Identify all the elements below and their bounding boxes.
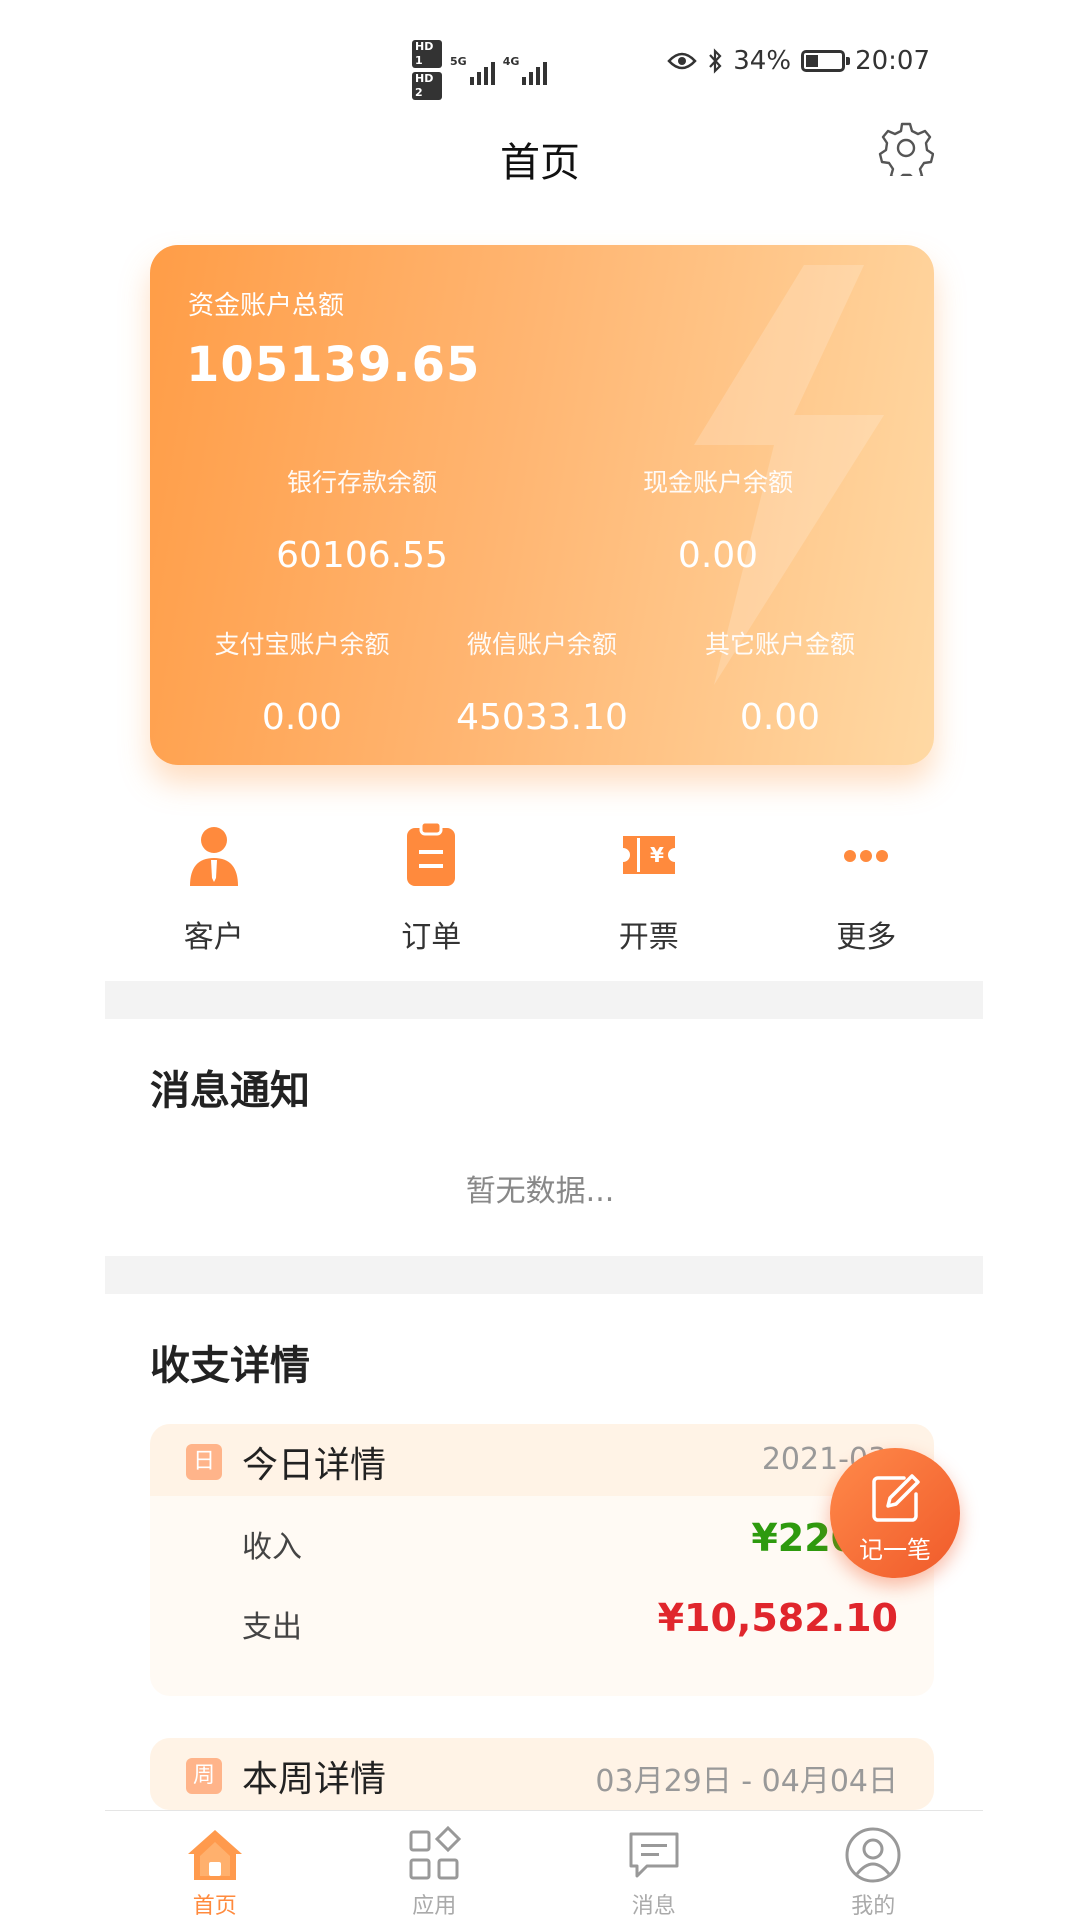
clipboard-icon [407, 820, 456, 886]
today-income-row: 收入 ¥220.0 [150, 1502, 934, 1582]
week-detail-header: 周 本周详情 03月29日 - 04月04日 [150, 1738, 934, 1810]
home-icon [187, 1830, 242, 1880]
other-label: 其它账户金额 [704, 630, 855, 659]
alipay-label: 支付宝账户余额 [214, 630, 390, 659]
action-customer[interactable]: 客户 [105, 820, 323, 970]
nav-apps-label: 应用 [412, 1894, 457, 1919]
quick-actions: 客户 订单 ¥ 开票 更多 [105, 820, 975, 970]
total-label: 资金账户总额 [188, 291, 345, 321]
expense-value: ¥10,582.10 [657, 1596, 898, 1640]
hd1-label: HD 1 [412, 40, 442, 68]
more-dots-icon [844, 850, 889, 862]
income-title-text: 收支详情 [150, 1343, 310, 1389]
hd2-label: HD 2 [412, 72, 442, 100]
network-indicators: HD 1 HD 2 5G 4G [412, 40, 548, 100]
week-badge: 周 [186, 1758, 222, 1794]
add-record-button[interactable]: 记一笔 [830, 1448, 960, 1578]
action-invoice[interactable]: ¥ 开票 [540, 820, 758, 970]
action-orders[interactable]: 订单 [323, 820, 541, 970]
wechat-label: 微信账户余额 [466, 630, 617, 659]
nav-profile-label: 我的 [851, 1894, 896, 1919]
nav-apps[interactable]: 应用 [325, 1812, 545, 1920]
nav-messages-label: 消息 [631, 1894, 676, 1919]
other-balance: 其它账户金额 0.00 [650, 625, 910, 738]
apps-grid-icon [409, 1825, 462, 1880]
nav-home-label: 首页 [192, 1894, 237, 1919]
alipay-value: 0.00 [261, 697, 343, 738]
income-label: 收入 [242, 1530, 302, 1565]
nav-messages[interactable]: 消息 [544, 1812, 764, 1920]
action-orders-label: 订单 [401, 920, 462, 955]
section-divider [105, 981, 983, 1019]
today-detail-card[interactable]: 日 今日详情 2021-03- 收入 ¥220.0 支出 ¥10,582.10 [150, 1424, 934, 1696]
other-value: 0.00 [739, 697, 821, 738]
cash-value: 0.00 [677, 535, 759, 576]
customer-icon [189, 827, 238, 886]
bank-value: 60106.55 [276, 535, 448, 576]
add-record-label: 记一笔 [859, 1536, 931, 1564]
action-customer-label: 客户 [183, 920, 244, 955]
bottom-nav: 首页 应用 消息 我的 [105, 1812, 983, 1920]
bank-balance: 银行存款余额 60106.55 [232, 463, 492, 576]
status-right: 34% 20:07 [667, 46, 930, 76]
notifications-title-text: 消息通知 [150, 1068, 310, 1114]
total-value: 105139.65 [186, 337, 481, 393]
net1-label: 5G [450, 55, 467, 68]
alipay-balance: 支付宝账户余额 0.00 [172, 625, 432, 738]
bottom-nav-divider [105, 1810, 983, 1811]
action-more-label: 更多 [836, 920, 897, 955]
profile-icon [845, 1827, 901, 1883]
today-detail-header: 日 今日详情 2021-03- [150, 1424, 934, 1496]
week-title: 本周详情 [242, 1759, 387, 1800]
week-date: 03月29日 - 04月04日 [595, 1764, 898, 1799]
notifications-empty: 暂无数据... [465, 1174, 615, 1209]
battery-icon [801, 50, 851, 72]
nav-home[interactable]: 首页 [105, 1812, 325, 1920]
action-more[interactable]: 更多 [758, 820, 976, 970]
battery-percent: 34% [733, 46, 792, 76]
wechat-balance: 微信账户余额 45033.10 [412, 625, 672, 738]
today-badge: 日 [186, 1444, 222, 1480]
nav-profile[interactable]: 我的 [764, 1812, 984, 1920]
action-invoice-label: 开票 [618, 920, 679, 955]
notifications-title: 消息通知 [150, 1058, 310, 1116]
clock: 20:07 [855, 46, 930, 76]
week-detail-card[interactable]: 周 本周详情 03月29日 - 04月04日 [150, 1738, 934, 1810]
balance-card[interactable]: 资金账户总额 105139.65 银行存款余额 60106.55 现金账户余额 … [150, 245, 934, 765]
app-header: 首页 [0, 120, 1080, 192]
status-bar: HD 1 HD 2 5G 4G 34% 20:07 [0, 0, 1080, 120]
bluetooth-icon [709, 48, 722, 74]
wechat-value: 45033.10 [456, 697, 628, 738]
section-divider [105, 1256, 983, 1294]
cash-label: 现金账户余额 [642, 468, 793, 497]
edit-icon [872, 1474, 920, 1522]
hd-indicator: HD 1 HD 2 [412, 40, 442, 100]
today-expense-row: 支出 ¥10,582.10 [150, 1582, 934, 1662]
message-icon [629, 1832, 679, 1878]
signal-5g-icon: 5G [450, 55, 495, 85]
income-title: 收支详情 [150, 1333, 310, 1391]
today-title: 今日详情 [242, 1445, 387, 1486]
eye-icon [667, 52, 697, 70]
gear-icon[interactable] [878, 120, 934, 176]
svg-text:¥: ¥ [650, 843, 664, 867]
cash-balance: 现金账户余额 0.00 [588, 463, 848, 576]
expense-label: 支出 [242, 1610, 302, 1645]
bank-label: 银行存款余额 [286, 468, 437, 497]
signal-4g-icon: 4G [503, 55, 548, 85]
ticket-icon: ¥ [622, 836, 675, 874]
net2-label: 4G [502, 55, 520, 68]
